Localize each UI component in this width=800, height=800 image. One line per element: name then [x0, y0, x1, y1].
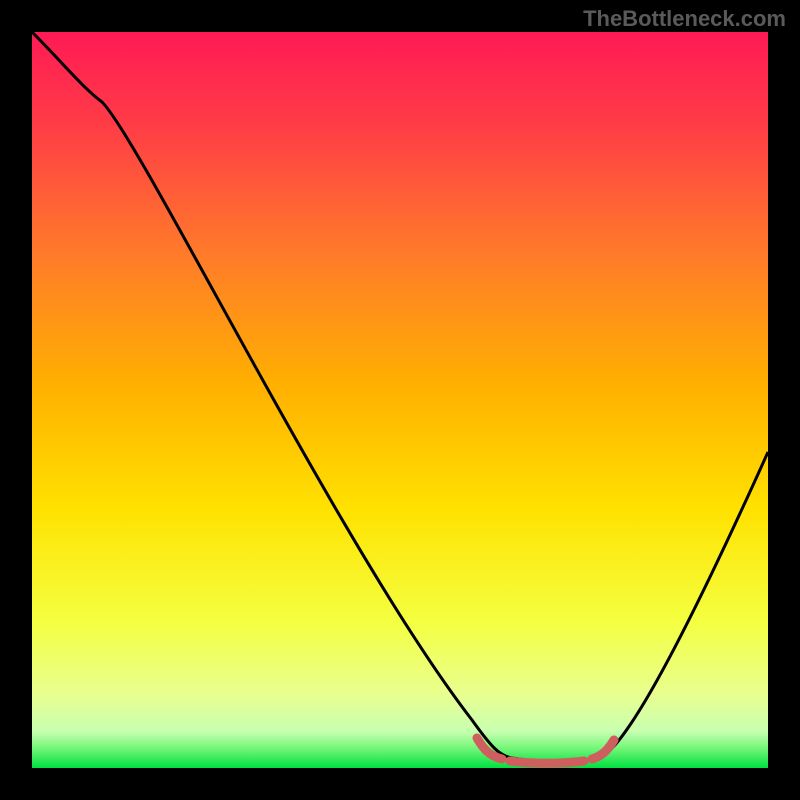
bottleneck-curve	[32, 32, 768, 762]
watermark-text: TheBottleneck.com	[583, 6, 786, 32]
curve-layer	[32, 32, 768, 768]
chart-container: TheBottleneck.com	[0, 0, 800, 800]
plot-area	[32, 32, 768, 768]
